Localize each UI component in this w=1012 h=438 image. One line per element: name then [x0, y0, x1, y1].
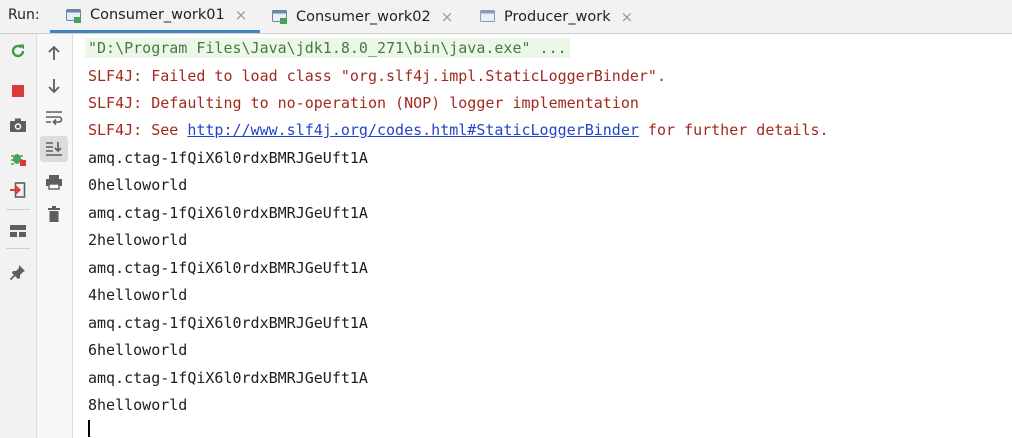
- stderr-text: SLF4J: See: [88, 121, 188, 139]
- stdout-line: amq.ctag-1fQiX6l0rdxBMRJGeUft1A: [88, 369, 368, 387]
- stdout-line: 8helloworld: [88, 396, 188, 414]
- print-icon[interactable]: [40, 169, 68, 195]
- stderr-text: for further details.: [638, 121, 829, 139]
- toolbar-separator: [6, 209, 30, 210]
- stdout-line: 0helloworld: [88, 176, 188, 194]
- command-line: "D:\Program Files\Java\jdk1.8.0_271\bin\…: [85, 38, 570, 58]
- stdout-line: amq.ctag-1fQiX6l0rdxBMRJGeUft1A: [88, 259, 368, 277]
- stop-icon[interactable]: [4, 78, 32, 104]
- stdout-line: 6helloworld: [88, 341, 188, 359]
- run-config-icon: [480, 9, 496, 24]
- rerun-icon[interactable]: [4, 38, 32, 64]
- arrow-up-icon[interactable]: [40, 40, 68, 66]
- exit-icon[interactable]: [4, 177, 32, 203]
- debug-bug-icon[interactable]: [4, 145, 32, 171]
- stdout-line: amq.ctag-1fQiX6l0rdxBMRJGeUft1A: [88, 149, 368, 167]
- stdout-line: amq.ctag-1fQiX6l0rdxBMRJGeUft1A: [88, 204, 368, 222]
- stdout-line: 2helloworld: [88, 231, 188, 249]
- tab-consumer-work01[interactable]: Consumer_work01 ×: [50, 0, 260, 33]
- close-icon[interactable]: ×: [441, 8, 454, 26]
- stderr-line: SLF4J: See http://www.slf4j.org/codes.ht…: [88, 120, 829, 140]
- stdout-line: amq.ctag-1fQiX6l0rdxBMRJGeUft1A: [88, 314, 368, 332]
- pin-icon[interactable]: [4, 259, 32, 285]
- run-actions-toolbar: [0, 34, 37, 438]
- console-output[interactable]: "D:\Program Files\Java\jdk1.8.0_271\bin\…: [73, 34, 1012, 438]
- toolbar-separator: [6, 248, 30, 249]
- camera-icon[interactable]: [4, 112, 32, 138]
- close-icon[interactable]: ×: [235, 6, 248, 24]
- run-config-icon: [66, 8, 82, 23]
- run-config-icon: [272, 9, 288, 24]
- trash-icon[interactable]: [40, 201, 68, 227]
- tab-label: Consumer_work02: [296, 8, 431, 25]
- slf4j-docs-link[interactable]: http://www.slf4j.org/codes.html#StaticLo…: [187, 121, 639, 139]
- tab-label: Consumer_work01: [90, 7, 225, 23]
- stderr-line: SLF4J: Failed to load class "org.slf4j.i…: [88, 67, 666, 85]
- stderr-line: SLF4J: Defaulting to no-operation (NOP) …: [88, 94, 639, 112]
- layout-icon[interactable]: [4, 218, 32, 244]
- scroll-to-end-icon[interactable]: [40, 136, 68, 162]
- run-label: Run:: [8, 7, 40, 23]
- run-tool-window-header: Run: Consumer_work01 × Consumer_work02 ×…: [0, 0, 1012, 34]
- tab-producer-work[interactable]: Producer_work ×: [466, 0, 656, 33]
- tab-consumer-work02[interactable]: Consumer_work02 ×: [260, 0, 466, 33]
- arrow-down-icon[interactable]: [40, 73, 68, 99]
- tab-label: Producer_work: [504, 8, 611, 25]
- console-actions-toolbar: [37, 34, 73, 438]
- stdout-line: 4helloworld: [88, 286, 188, 304]
- text-caret: [88, 420, 90, 437]
- close-icon[interactable]: ×: [621, 8, 634, 26]
- soft-wrap-icon[interactable]: [40, 104, 68, 130]
